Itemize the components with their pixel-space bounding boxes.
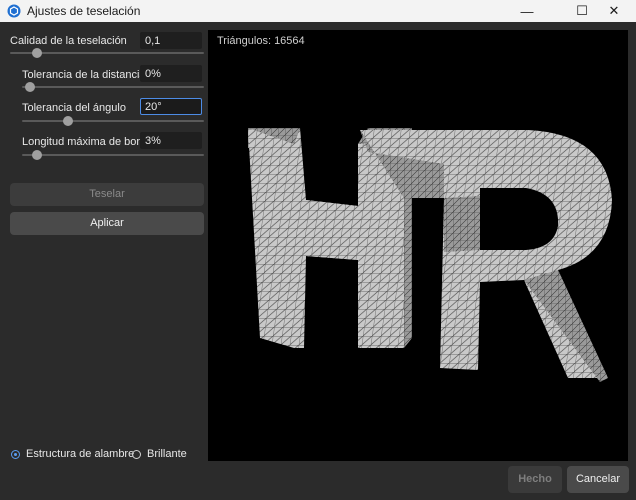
angle-label: Tolerancia del ángulo [22,102,126,114]
preview-viewport[interactable]: Triángulos: 16564 [208,30,628,461]
quality-slider[interactable] [10,48,204,58]
glossy-radio[interactable] [132,449,141,459]
angle-slider[interactable] [22,116,204,126]
quality-label: Calidad de la teselación [10,35,127,47]
tesselate-button[interactable]: Teselar [10,183,204,206]
angle-slider-track [22,120,204,122]
glossy-label: Brillante [147,448,187,460]
apply-button[interactable]: Aplicar [10,212,204,235]
wireframe-option[interactable]: Estructura de alambre [11,448,134,460]
quality-field[interactable]: 0,1 [140,32,202,49]
angle-field[interactable]: 20° [140,98,202,115]
distance-slider-track [22,86,204,88]
angle-slider-thumb[interactable] [63,116,74,126]
quality-slider-thumb[interactable] [32,48,43,58]
edge-slider-thumb[interactable] [32,150,43,160]
triangle-count: Triángulos: 16564 [217,35,305,47]
close-button[interactable]: ✕ [592,0,636,22]
distance-slider[interactable] [22,82,204,92]
edge-slider[interactable] [22,150,204,160]
wireframe-radio[interactable] [11,449,20,459]
done-button[interactable]: Hecho [508,466,562,493]
edge-slider-track [22,154,204,156]
minimize-button[interactable]: — [505,0,549,22]
edge-label: Longitud máxima de borde [22,136,153,148]
glossy-option[interactable]: Brillante [132,448,187,460]
window-title: Ajustes de teselación [27,4,141,18]
cancel-button[interactable]: Cancelar [567,466,629,493]
distance-slider-thumb[interactable] [25,82,36,92]
wireframe-label: Estructura de alambre [26,448,135,460]
distance-field[interactable]: 0% [140,65,202,82]
hr-mesh-model [248,128,612,382]
app-icon [7,4,21,18]
edge-field[interactable]: 3% [140,132,202,149]
title-bar: Ajustes de teselación — ☐ ✕ [0,0,636,22]
tessellation-settings-window: Ajustes de teselación — ☐ ✕ Calidad de l… [0,0,636,500]
settings-panel: Calidad de la teselación 0,1 Tolerancia … [0,22,208,500]
distance-label: Tolerancia de la distancia [22,69,146,81]
